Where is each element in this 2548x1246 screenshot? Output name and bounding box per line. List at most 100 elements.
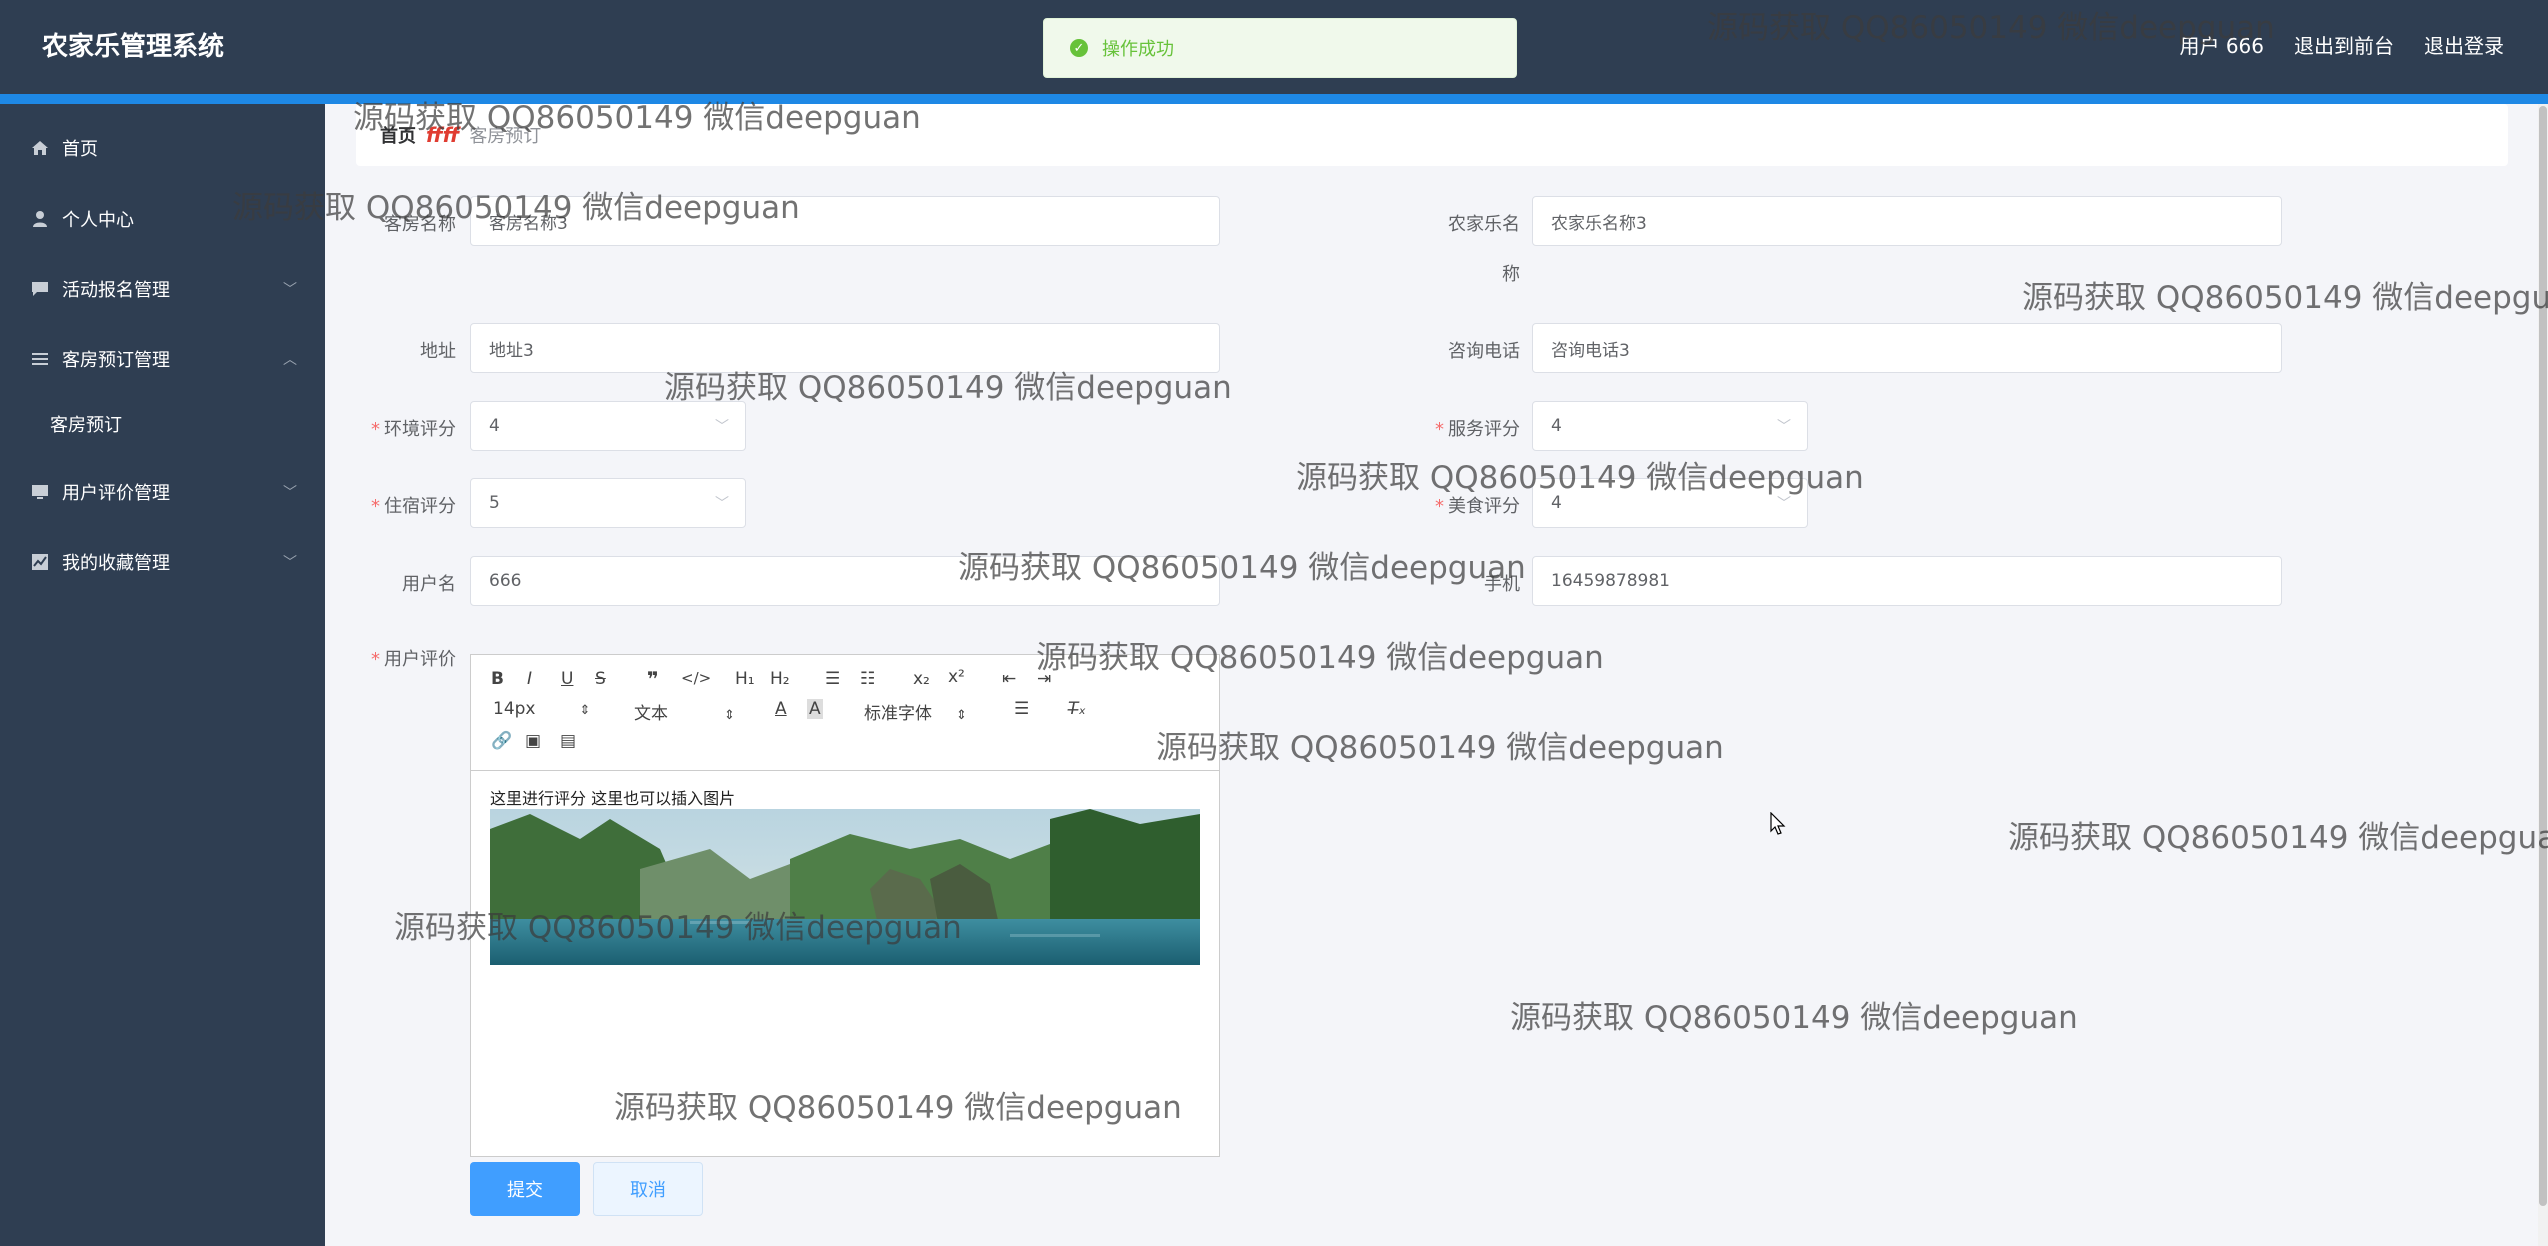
scrollbar-thumb[interactable] — [2539, 106, 2547, 1206]
video-icon[interactable]: ▤ — [560, 731, 576, 751]
indent-icon[interactable]: ⇥ — [1037, 669, 1051, 689]
subscript-icon[interactable]: x₂ — [913, 669, 930, 689]
sidebar: 首页 个人中心 活动报名管理 ﹀ 客房预订管理 ︿ 客房预订 用户评价管理 ﹀ … — [0, 104, 325, 1246]
sidebar-item-reviews[interactable]: 用户评价管理 ﹀ — [0, 472, 325, 512]
mobile-input[interactable]: 16459878981 — [1532, 556, 2282, 606]
address-input[interactable]: 地址3 — [470, 323, 1220, 373]
stay-score-label: * 住宿评分 — [371, 496, 456, 517]
food-score-select[interactable]: 4 ﹀ — [1532, 478, 1808, 528]
ordered-list-icon[interactable]: ☰ — [825, 669, 840, 689]
sidebar-subitem-label: 客房预订 — [50, 415, 122, 436]
to-front-link[interactable]: 退出到前台 — [2294, 30, 2394, 59]
watermark-text: 源码获取 QQ86050149 微信deepguan — [1156, 730, 1724, 766]
home-icon — [30, 138, 50, 158]
env-score-label: * 环境评分 — [371, 419, 456, 440]
font-family-select[interactable]: 标准字体 ⇕ — [864, 699, 967, 724]
cancel-button[interactable]: 取消 — [593, 1162, 703, 1216]
watermark-text: 源码获取 QQ86050149 微信deepguan — [2008, 820, 2548, 856]
toast-text: 操作成功 — [1102, 39, 1174, 60]
farm-name-label: 农家乐名 — [1448, 214, 1520, 235]
italic-icon[interactable]: I — [527, 669, 532, 689]
sidebar-item-label: 活动报名管理 — [62, 280, 170, 301]
food-score-label: * 美食评分 — [1435, 496, 1520, 517]
sidebar-item-activity[interactable]: 活动报名管理 ﹀ — [0, 269, 325, 309]
link-icon[interactable]: 🔗 — [491, 731, 512, 751]
bold-icon[interactable]: B — [491, 669, 504, 689]
address-label: 地址 — [420, 341, 456, 362]
submit-button[interactable]: 提交 — [470, 1162, 580, 1216]
sidebar-item-label: 客房预订管理 — [62, 350, 170, 371]
editor-content-text: 这里进行评分 这里也可以插入图片 — [490, 789, 736, 808]
sidebar-item-label: 用户评价管理 — [62, 483, 170, 504]
breadcrumb-separator: ffff — [426, 123, 460, 147]
watermark-text: 源码获取 QQ86050149 微信deepguan — [2022, 280, 2548, 316]
sidebar-item-label: 个人中心 — [62, 210, 134, 231]
background-color-icon[interactable]: A — [807, 699, 823, 719]
review-image — [490, 809, 1200, 965]
username-input[interactable]: 666 — [470, 556, 1220, 606]
chevron-up-icon: ︿ — [283, 352, 297, 368]
editor-toolbar: B I U S ❞ </> H₁ H₂ ☰ ☷ x₂ x² ⇤ ⇥ 14px ⇕ … — [471, 655, 1219, 771]
breadcrumb-home[interactable]: 首页 — [380, 122, 416, 148]
check-circle-icon: ✓ — [1070, 39, 1088, 57]
user-label: 用户 666 — [2179, 34, 2264, 58]
app-title: 农家乐管理系统 — [42, 32, 225, 62]
outdent-icon[interactable]: ⇤ — [1002, 669, 1016, 689]
chevron-down-icon: ﹀ — [283, 555, 297, 571]
breadcrumb-current: 客房预订 — [469, 126, 542, 147]
farm-name-input[interactable]: 农家乐名称3 — [1532, 196, 2282, 246]
underline-icon[interactable]: U — [561, 669, 573, 689]
sidebar-item-room-booking[interactable]: 客房预订管理 ︿ — [0, 339, 325, 379]
chevron-down-icon: ﹀ — [715, 419, 729, 435]
breadcrumb: 首页 ffff 客房预订 — [356, 104, 2508, 166]
chevron-down-icon: ﹀ — [715, 496, 729, 512]
header-accent-bar — [0, 94, 2548, 104]
blockquote-icon[interactable]: ❞ — [647, 667, 659, 691]
room-name-label: 客房名称 — [384, 214, 456, 235]
heading1-icon[interactable]: H₁ — [735, 669, 755, 689]
list-icon — [30, 349, 50, 369]
chevron-down-icon: ﹀ — [1777, 496, 1791, 512]
strikethrough-icon[interactable]: S — [595, 669, 606, 689]
rich-text-editor[interactable]: B I U S ❞ </> H₁ H₂ ☰ ☷ x₂ x² ⇤ ⇥ 14px ⇕ … — [470, 654, 1220, 1157]
chevron-down-icon: ﹀ — [283, 282, 297, 298]
service-score-select[interactable]: 4 ﹀ — [1532, 401, 1808, 451]
service-score-label: * 服务评分 — [1435, 419, 1520, 440]
success-toast: ✓ 操作成功 — [1043, 18, 1517, 78]
sidebar-item-favorites[interactable]: 我的收藏管理 ﹀ — [0, 542, 325, 582]
chevron-down-icon: ﹀ — [1777, 419, 1791, 435]
clear-format-icon[interactable]: T̶ₓ — [1068, 699, 1086, 719]
sidebar-item-label: 首页 — [62, 139, 98, 160]
chart-icon — [30, 552, 50, 572]
mobile-label: 手机 — [1484, 574, 1520, 595]
phone-input[interactable]: 咨询电话3 — [1532, 323, 2282, 373]
chat-icon — [30, 279, 50, 299]
header-actions: 用户 666 退出到前台 退出登录 — [2179, 30, 2504, 59]
logout-link[interactable]: 退出登录 — [2424, 30, 2504, 59]
heading2-icon[interactable]: H₂ — [770, 669, 790, 689]
watermark-text: 源码获取 QQ86050149 微信deepguan — [1510, 1000, 2078, 1036]
username-label: 用户名 — [402, 574, 456, 595]
chevron-down-icon: ﹀ — [283, 485, 297, 501]
room-name-input[interactable]: 客房名称3 — [470, 196, 1220, 246]
sidebar-item-home[interactable]: 首页 — [0, 128, 325, 168]
sidebar-item-profile[interactable]: 个人中心 — [0, 199, 325, 239]
align-icon[interactable]: ☰ — [1014, 699, 1029, 719]
mouse-cursor-icon — [1770, 811, 1786, 840]
font-size-select[interactable]: 14px ⇕ — [493, 699, 590, 719]
font-color-icon[interactable]: A — [775, 699, 787, 719]
code-block-icon[interactable]: </> — [681, 669, 711, 687]
bullet-list-icon[interactable]: ☷ — [860, 669, 875, 689]
page-scrollbar[interactable] — [2538, 104, 2548, 1246]
env-score-select[interactable]: 4 ﹀ — [470, 401, 746, 451]
review-label: * 用户评价 — [371, 649, 456, 670]
sidebar-subitem-room-booking[interactable]: 客房预订 — [0, 404, 325, 444]
user-icon — [30, 209, 50, 229]
sidebar-item-label: 我的收藏管理 — [62, 553, 170, 574]
text-style-select[interactable]: 文本 ⇕ — [634, 699, 735, 724]
image-icon[interactable]: ▣ — [525, 731, 541, 751]
farm-name-label-wrap: 称 — [1502, 264, 1520, 285]
superscript-icon[interactable]: x² — [948, 667, 965, 687]
stay-score-select[interactable]: 5 ﹀ — [470, 478, 746, 528]
monitor-icon — [30, 482, 50, 502]
